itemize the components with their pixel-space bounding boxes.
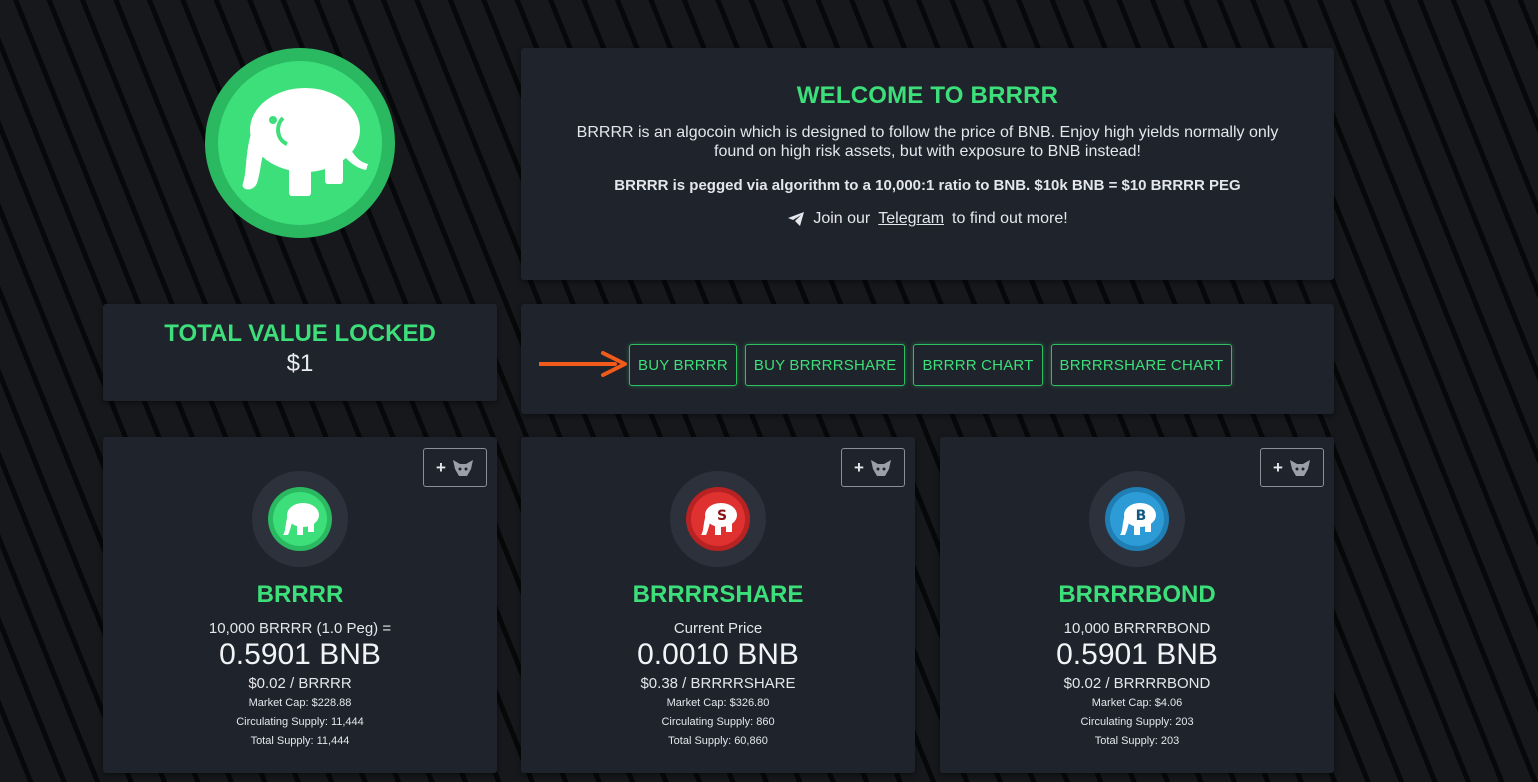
action-buttons-panel: BUY BRRRR BUY BRRRRSHARE BRRRR CHART BRR… <box>521 304 1334 414</box>
brrrr-token-icon <box>252 471 348 567</box>
share-letter: S <box>717 508 727 524</box>
add-to-metamask-button[interactable]: + <box>423 448 487 487</box>
add-to-metamask-button[interactable]: + <box>1260 448 1324 487</box>
buy-brrrrshare-button[interactable]: BUY BRRRRSHARE <box>744 344 906 386</box>
bond-letter: B <box>1136 508 1147 524</box>
circulating-supply: Circulating Supply: 203 <box>1080 716 1194 728</box>
join-suffix: to find out more! <box>952 210 1068 227</box>
market-cap: Market Cap: $228.88 <box>248 697 352 709</box>
telegram-link[interactable]: Telegram <box>878 210 944 228</box>
tvl-label: TOTAL VALUE LOCKED <box>164 320 436 347</box>
tvl-panel: TOTAL VALUE LOCKED $1 <box>103 304 497 401</box>
plus-label: + <box>854 457 864 477</box>
buy-brrrr-button[interactable]: BUY BRRRR <box>629 344 737 386</box>
brrrrbond-token-icon: B <box>1089 471 1185 567</box>
token-name: BRRRRBOND <box>1058 581 1216 608</box>
welcome-title: WELCOME TO BRRRR <box>796 82 1059 109</box>
total-supply: Total Supply: 203 <box>1094 735 1180 747</box>
brrrrshare-chart-button[interactable]: BRRRRSHARE CHART <box>1050 344 1233 386</box>
join-prefix: Join our <box>813 210 871 227</box>
welcome-description: BRRRR is an algocoin which is designed t… <box>576 124 1279 160</box>
arrow-right-icon <box>539 351 627 377</box>
metamask-fox-icon <box>870 459 891 476</box>
peg-text: BRRRR is pegged via algorithm to a 10,00… <box>614 177 1241 194</box>
token-price: 0.5901 BNB <box>219 638 381 671</box>
token-price: 0.5901 BNB <box>1056 638 1218 671</box>
add-to-metamask-button[interactable]: + <box>841 448 905 487</box>
token-name: BRRRRSHARE <box>632 581 804 608</box>
circulating-supply: Circulating Supply: 860 <box>661 716 775 728</box>
plus-label: + <box>1273 457 1283 477</box>
metamask-fox-icon <box>452 459 473 476</box>
brrrr-chart-button[interactable]: BRRRR CHART <box>913 344 1043 386</box>
welcome-panel: WELCOME TO BRRRR BRRRR is an algocoin wh… <box>521 48 1334 280</box>
elephant-logo-icon <box>205 48 395 238</box>
metamask-fox-icon <box>1289 459 1310 476</box>
total-supply: Total Supply: 60,860 <box>668 735 768 747</box>
brrrrshare-card: + S BRRRRSHARE Current Price 0.0010 BNB … <box>521 437 915 773</box>
price-caption: Current Price <box>673 620 763 637</box>
token-name: BRRRR <box>256 581 344 608</box>
telegram-icon <box>788 212 805 226</box>
usd-price: $0.38 / BRRRRSHARE <box>640 675 796 692</box>
telegram-join-line: Join our Telegram to find out more! <box>521 210 1334 228</box>
market-cap: Market Cap: $4.06 <box>1091 697 1183 709</box>
market-cap: Market Cap: $326.80 <box>666 697 770 709</box>
brrrrbond-card: + B BRRRRBOND 10,000 BRRRRBOND 0.5901 BN… <box>940 437 1334 773</box>
usd-price: $0.02 / BRRRR <box>248 675 352 692</box>
circulating-supply: Circulating Supply: 11,444 <box>236 716 364 728</box>
price-caption: 10,000 BRRRR (1.0 Peg) = <box>208 620 392 637</box>
brrrr-card: + BRRRR 10,000 BRRRR (1.0 Peg) = 0.5901 … <box>103 437 497 773</box>
tvl-value: $1 <box>286 350 314 377</box>
total-supply: Total Supply: 11,444 <box>250 735 350 747</box>
brrrrshare-token-icon: S <box>670 471 766 567</box>
token-price: 0.0010 BNB <box>637 638 799 671</box>
plus-label: + <box>436 457 446 477</box>
usd-price: $0.02 / BRRRRBOND <box>1063 675 1211 692</box>
price-caption: 10,000 BRRRRBOND <box>1063 620 1211 637</box>
